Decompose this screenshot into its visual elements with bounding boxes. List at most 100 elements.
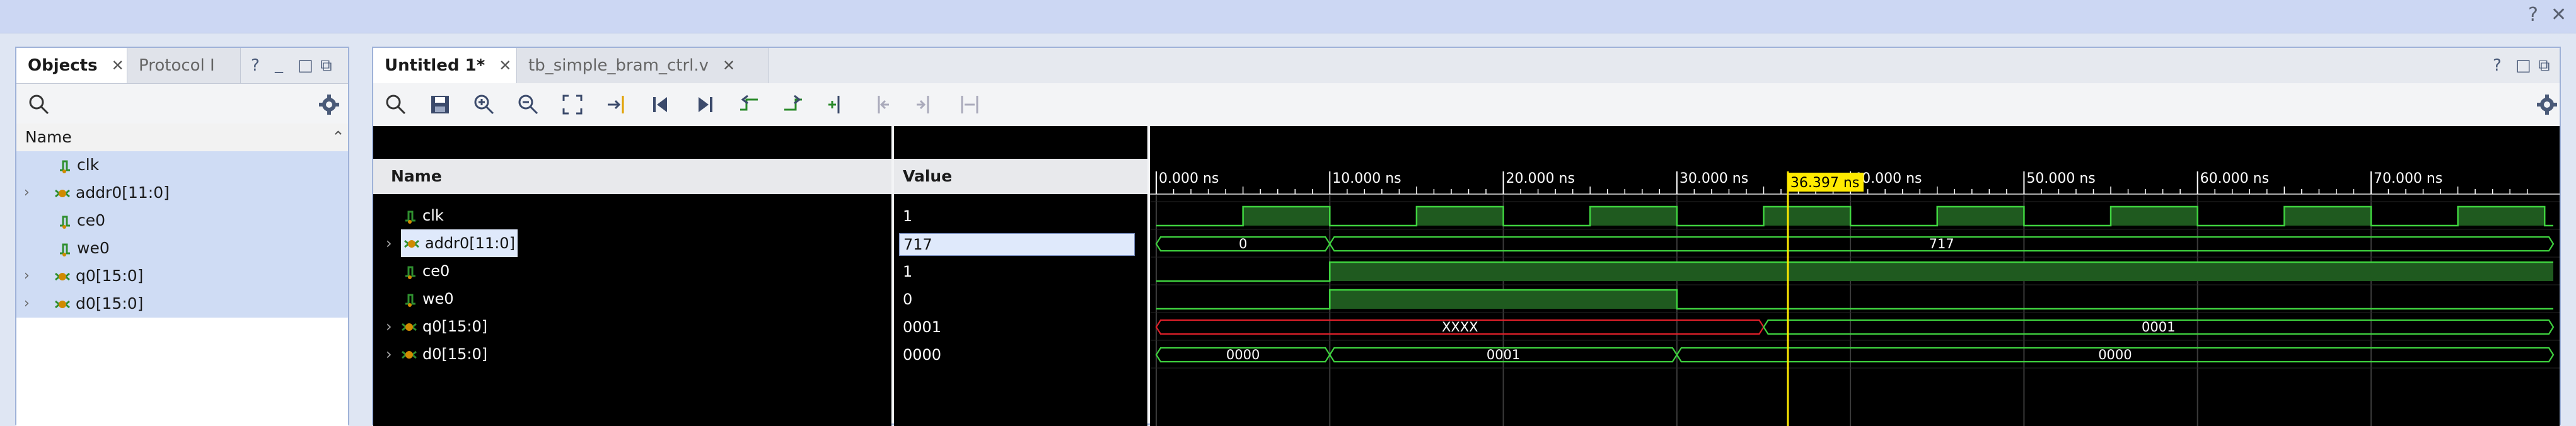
signal-name: addr0[11:0] [425,234,515,252]
help-icon[interactable]: ? [251,53,260,78]
waveform-canvas[interactable]: 0.000 ns 10.000 ns 20.000 ns 30.000 ns 40.00… [1150,126,2560,426]
list-item[interactable]: we0 [16,234,348,262]
maximize-icon[interactable]: □ [2515,53,2531,78]
list-item[interactable]: ce0 [16,207,348,234]
bit-signal-icon [405,210,415,224]
waveform-panel: Untitled 1* ✕ tb_simple_bram_ctrl.v ✕ ? □ … [372,47,2561,426]
clk-high-fill [2457,207,2545,226]
object-name: we0 [77,239,110,257]
signal-name-row[interactable]: › d0[15:0] [373,340,891,368]
close-icon[interactable]: ✕ [499,57,511,74]
close-icon[interactable]: ✕ [112,57,124,74]
object-name: ce0 [77,211,106,229]
wave-toolbar [373,83,2560,126]
help-icon[interactable]: ? [2528,4,2538,26]
previous-transition-icon[interactable] [738,93,760,116]
tab-testbench-label: tb_simple_bram_ctrl.v [528,56,709,75]
ce0-high-fill [1330,262,2553,281]
zoom-fit-icon[interactable] [561,93,584,116]
gear-icon[interactable] [318,93,340,116]
close-icon[interactable]: ✕ [2551,4,2567,26]
tab-protocol[interactable]: Protocol I [127,48,241,83]
clk-high-fill [1243,207,1330,226]
close-icon[interactable]: ✕ [722,57,735,74]
tab-protocol-label: Protocol I [139,56,215,75]
object-name: d0[15:0] [76,294,144,313]
signal-value: 0001 [903,318,942,336]
column-name-label: Name [25,128,72,146]
restore-icon[interactable]: ⧉ [2538,53,2550,78]
help-icon[interactable]: ? [2493,53,2502,78]
tab-untitled-label: Untitled 1* [385,56,485,75]
signal-name-row[interactable]: ce0 [373,257,891,285]
q0-bus-value: 0001 [2142,320,2175,335]
chevron-right-icon[interactable]: › [24,179,30,207]
list-item[interactable]: › addr0[11:0] [16,179,348,207]
d0-bus-value: 0001 [1487,347,1520,362]
chevron-right-icon[interactable]: › [386,313,392,340]
scroll-up-icon[interactable]: ⌃ [332,124,345,151]
tab-untitled[interactable]: Untitled 1* ✕ [373,48,517,83]
clk-high-fill [1590,207,1677,226]
tick-label: 50.000 ns [2026,171,2095,187]
signal-value: 717 [899,233,1135,256]
gear-icon[interactable] [2536,93,2558,116]
save-icon[interactable] [429,93,451,116]
add-marker-icon[interactable] [826,93,849,116]
signal-value: 1 [903,207,913,225]
signal-name-row[interactable]: we0 [373,285,891,313]
addr0-bus-value: 0 [1239,236,1247,251]
value-column-header[interactable]: Value [894,159,1147,194]
chevron-right-icon[interactable]: › [24,262,30,290]
d0-bus-value: 0000 [2098,347,2132,362]
we0-high-fill [1330,290,1677,309]
bus-signal-icon [402,350,417,359]
zoom-out-icon[interactable] [517,93,540,116]
previous-marker-icon[interactable] [870,93,893,116]
next-marker-icon[interactable] [914,93,937,116]
addr0-bus-value: 717 [1929,236,1954,251]
signal-name-row[interactable]: clk [373,202,891,229]
minimize-icon[interactable]: _ [275,52,283,77]
search-icon[interactable] [385,93,407,116]
list-item[interactable]: › d0[15:0] [16,290,348,318]
wave-name-column: Name clk › addr0[11:0] ce0 we0 › q0[15:0] › d0[1… [373,126,891,426]
go-to-end-icon[interactable] [693,93,716,116]
object-name: q0[15:0] [76,267,144,285]
signal-name-row[interactable]: › addr0[11:0] [373,229,891,257]
signal-name: q0[15:0] [422,318,488,335]
tab-objects[interactable]: Objects ✕ [16,48,127,83]
clk-high-fill [1763,207,1851,226]
chevron-right-icon[interactable]: › [386,229,392,257]
clk-high-fill [1937,207,2024,226]
bit-signal-icon [60,216,70,229]
bus-signal-icon [404,239,419,248]
maximize-icon[interactable]: □ [298,53,313,78]
signal-name-row[interactable]: › q0[15:0] [373,313,891,340]
bit-signal-icon [60,160,70,173]
objects-column-header: Name ⌃ [16,124,348,152]
list-item[interactable]: › q0[15:0] [16,262,348,290]
next-transition-icon[interactable] [782,93,804,116]
chevron-right-icon[interactable]: › [24,290,30,318]
signal-name: clk [422,207,444,224]
name-header-label: Name [391,167,442,185]
wave-value-column: Value 1 717 1 0 0001 0000 [894,126,1147,426]
bit-signal-icon [405,294,415,307]
signal-name: d0[15:0] [422,345,488,363]
swap-cursors-icon[interactable] [958,93,981,116]
name-column-header[interactable]: Name [373,159,891,194]
search-icon[interactable] [28,93,50,116]
list-item[interactable]: clk [16,151,348,179]
tick-label: 20.000 ns [1506,171,1575,187]
go-to-start-icon[interactable] [649,93,672,116]
signal-name: we0 [422,290,454,308]
signal-value: 0 [903,291,913,308]
go-to-cursor-icon[interactable] [605,93,628,116]
restore-icon[interactable]: ⧉ [320,53,332,78]
zoom-in-icon[interactable] [473,93,496,116]
bus-signal-icon [55,189,70,198]
bit-signal-icon [60,243,70,256]
chevron-right-icon[interactable]: › [386,340,392,368]
tab-testbench[interactable]: tb_simple_bram_ctrl.v ✕ [517,48,769,83]
